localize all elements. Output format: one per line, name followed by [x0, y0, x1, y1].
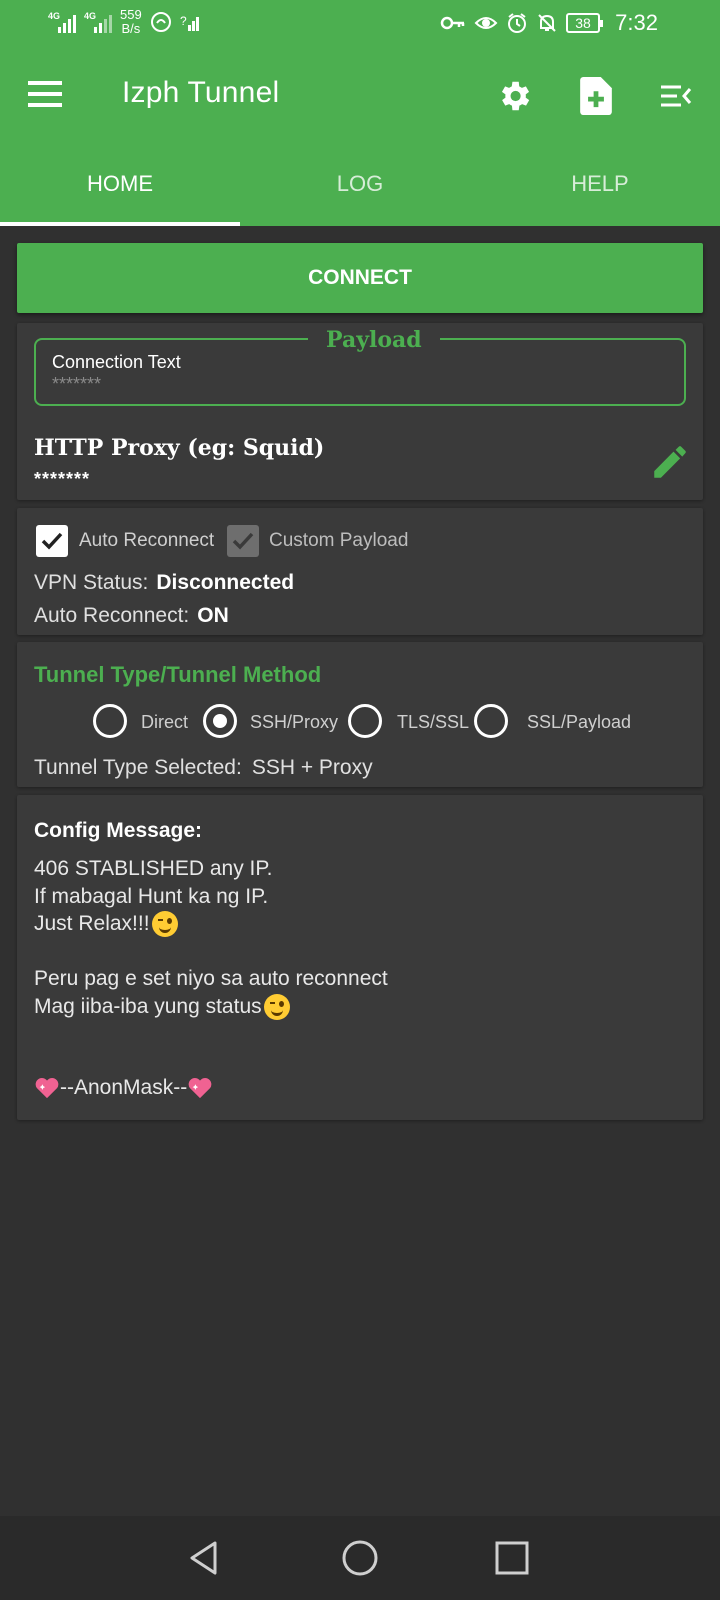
battery-level: 38 [575, 15, 591, 31]
auto-reconnect-status-label: Auto Reconnect: [34, 604, 190, 627]
sparkling-heart-icon [188, 1078, 212, 1099]
wifi-icon: ? [180, 14, 199, 31]
config-signature-text: --AnonMask-- [60, 1076, 188, 1099]
auto-reconnect-status-row: Auto Reconnect: ON [34, 604, 229, 628]
connect-button[interactable]: CONNECT [17, 243, 703, 313]
proxy-value: ******* [34, 469, 91, 489]
network-type-label: 4G [48, 11, 61, 21]
wink-emoji-icon [263, 994, 290, 1020]
back-button[interactable] [184, 1536, 228, 1580]
eye-icon [474, 17, 498, 29]
network-type-label: 4G [84, 11, 97, 21]
alarm-icon [508, 13, 526, 33]
vpn-key-icon [440, 16, 465, 30]
edit-proxy-button[interactable] [649, 441, 691, 483]
config-line: Just Relax!!! [34, 911, 178, 937]
payload-legend: Payload [308, 328, 440, 352]
status-right: 38 [440, 12, 603, 34]
data-saver-icon [150, 12, 171, 32]
radio-ssh-proxy-label: SSH/Proxy [250, 712, 339, 732]
vpn-status-label: VPN Status: [34, 571, 149, 594]
menu-icon [28, 81, 64, 107]
signal-icon: 4G [84, 11, 112, 33]
settings-icon [501, 81, 530, 111]
signal-icon: 4G [48, 11, 76, 33]
vpn-status-row: VPN Status: Disconnected [34, 571, 294, 595]
app-toolbar: Izph Tunnel [0, 50, 720, 142]
auto-reconnect-label: Auto Reconnect [79, 530, 215, 551]
battery-icon: 38 [566, 13, 603, 33]
tunnel-selected-value: SSH + Proxy [251, 756, 373, 779]
tunnel-card: Tunnel Type/Tunnel Method Direct SSH/Pro… [17, 642, 703, 787]
payload-field[interactable]: Payload Connection Text ******* [34, 328, 686, 406]
clock: 7:32 [615, 10, 658, 35]
tab-home[interactable]: HOME [0, 142, 240, 226]
tunnel-title: Tunnel Type/Tunnel Method [34, 662, 322, 687]
config-line: 406 STABLISHED any IP. [34, 857, 273, 880]
config-signature: --AnonMask-- [34, 1076, 213, 1100]
config-line: If mabagal Hunt ka ng IP. [34, 885, 269, 908]
net-speed-value: 559 [120, 7, 142, 22]
status-card: Auto Reconnect Custom Payload VPN Status… [17, 508, 703, 635]
status-left: 4G 4G 559 B/s ? [48, 8, 202, 36]
check-icon [232, 532, 254, 550]
back-icon [190, 1541, 217, 1575]
new-config-button[interactable] [574, 74, 618, 118]
config-line-text: Mag iiba-iba yung status [34, 995, 262, 1018]
radio-ssh-proxy[interactable] [203, 704, 237, 738]
drawer-toggle-button[interactable] [654, 74, 698, 118]
auto-reconnect-checkbox[interactable] [36, 525, 68, 557]
radio-ssl-payload[interactable] [474, 704, 508, 738]
tab-log[interactable]: LOG [240, 142, 480, 226]
net-speed-unit: B/s [121, 21, 141, 36]
system-nav-bar [0, 1516, 720, 1600]
status-bar: 4G 4G 559 B/s ? 38 7:32 [0, 0, 720, 50]
recents-button[interactable] [490, 1536, 534, 1580]
proxy-label: HTTP Proxy (eg: Squid) [34, 435, 325, 461]
net-speed: 559 B/s [120, 8, 142, 36]
payload-card: Payload Connection Text ******* HTTP Pro… [17, 323, 703, 500]
tab-help[interactable]: HELP [480, 142, 720, 226]
vpn-status-value: Disconnected [156, 571, 295, 594]
svg-text:?: ? [180, 14, 187, 28]
radio-direct[interactable] [93, 704, 127, 738]
config-line: Mag iiba-iba yung status [34, 994, 290, 1020]
menu-button[interactable] [28, 78, 64, 114]
payload-label: Connection Text [52, 352, 181, 372]
custom-payload-label: Custom Payload [269, 530, 409, 551]
auto-reconnect-status-value: ON [197, 604, 229, 627]
menu-collapse-icon [661, 85, 692, 107]
payload-value: ******* [52, 374, 102, 394]
edit-icon [654, 446, 686, 478]
add-file-icon [580, 77, 612, 115]
radio-tls-ssl[interactable] [348, 704, 382, 738]
tunnel-selected-label: Tunnel Type Selected: [34, 756, 242, 779]
radio-direct-label: Direct [141, 712, 189, 732]
wink-emoji-icon [151, 911, 178, 937]
config-title: Config Message: [34, 819, 203, 842]
app-title: Izph Tunnel [122, 76, 280, 109]
check-icon [41, 532, 63, 550]
tab-bar: HOME LOG HELP [0, 142, 720, 226]
radio-tls-ssl-label: TLS/SSL [397, 712, 470, 732]
sparkling-heart-icon [35, 1078, 59, 1099]
custom-payload-checkbox[interactable] [227, 525, 259, 557]
tunnel-selected-row: Tunnel Type Selected: SSH + Proxy [34, 756, 373, 780]
home-icon [342, 1540, 378, 1576]
settings-button[interactable] [492, 74, 536, 118]
recents-icon [495, 1541, 529, 1575]
notifications-off-icon [538, 14, 556, 32]
config-line: Peru pag e set niyo sa auto reconnect [34, 967, 388, 990]
config-line-text: Just Relax!!! [34, 912, 150, 935]
config-card: Config Message: 406 STABLISHED any IP. I… [17, 795, 703, 1120]
home-button[interactable] [338, 1536, 382, 1580]
radio-ssl-payload-label: SSL/Payload [527, 712, 632, 732]
